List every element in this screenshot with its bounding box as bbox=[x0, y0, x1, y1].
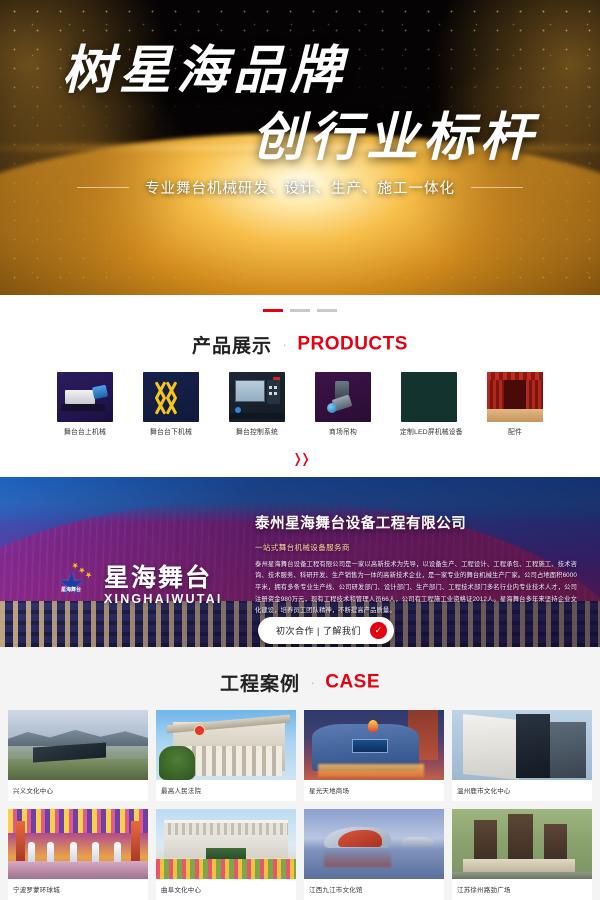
product-label: 舞台台下机械 bbox=[150, 429, 192, 436]
about-company-title: 泰州星海舞台设备工程有限公司 bbox=[255, 515, 467, 532]
about-text-block: 泰州星海舞台设备工程有限公司 一站式舞台机械设备服务商 泰州星海舞台设备工程有限… bbox=[255, 512, 577, 617]
case-caption: 星光天地商场 bbox=[309, 787, 350, 795]
case-card[interactable]: 宁波罗蒙环球城 bbox=[8, 808, 148, 900]
product-label: 舞台台上机械 bbox=[64, 429, 106, 436]
star-emblem-icon: ★ ★★★ 星海舞台 bbox=[58, 560, 95, 602]
company-logo: ★ ★★★ 星海舞台 星海舞台 XINGHAIWUTAI bbox=[58, 560, 223, 607]
hero-subtitle-rule-left bbox=[77, 187, 129, 188]
product-label: 商场吊构 bbox=[329, 429, 357, 436]
products-heading: 产品展示 · PRODUCTS bbox=[0, 325, 600, 372]
case-thumbnail bbox=[156, 709, 296, 780]
product-card-stage-lower-machinery[interactable]: 舞台台下机械 bbox=[142, 372, 200, 438]
accessories-thumb bbox=[487, 372, 543, 422]
cases-heading-cn: 工程案例 bbox=[219, 673, 300, 695]
product-label: 配件 bbox=[508, 429, 522, 436]
hero-title-line1: 树星海品牌 bbox=[62, 43, 348, 100]
product-card-stage-upper-machinery[interactable]: 舞台台上机械 bbox=[56, 372, 114, 438]
logo-badge-text: 星海舞台 bbox=[61, 587, 82, 594]
case-card[interactable]: 文化中心 温州鹿市文化中心 bbox=[452, 709, 592, 801]
case-thumbnail bbox=[156, 808, 296, 879]
case-thumbnail: 文化中心 bbox=[452, 709, 592, 780]
products-grid: 舞台台上机械 舞台台下机械 舞台控制系统 商场吊构 定制LED屏机械设备 配件 bbox=[0, 372, 600, 438]
case-card[interactable]: 最高人民法院 bbox=[156, 709, 296, 801]
about-slogan: 一站式舞台机械设备服务商 bbox=[255, 542, 350, 552]
case-thumbnail bbox=[452, 808, 592, 879]
product-card-custom-led-screen[interactable]: 定制LED屏机械设备 bbox=[400, 372, 463, 438]
hero-banner: 树星海品牌 创行业标杆 专业舞台机械研发、设计、生产、施工一体化 bbox=[0, 0, 600, 295]
case-caption: 最高人民法院 bbox=[161, 787, 202, 795]
about-description: 泰州星海舞台设备工程有限公司是一家以高新技术为先导，以设备生产、工程设计、工程承… bbox=[255, 560, 577, 615]
product-card-stage-control-system[interactable]: 舞台控制系统 bbox=[228, 372, 286, 438]
cases-section: 工程案例 · CASE 兴义文化中心 最高人民法院 星光天地商场 文化中心 温州… bbox=[0, 646, 600, 900]
hero-subtitle-row: 专业舞台机械研发、设计、生产、施工一体化 bbox=[0, 177, 600, 198]
products-heading-cn: 产品展示 bbox=[192, 336, 273, 357]
case-thumbnail bbox=[304, 709, 444, 780]
chevron-double-down-icon[interactable]: ❭❭ bbox=[0, 438, 600, 477]
product-label: 舞台控制系统 bbox=[236, 429, 278, 436]
case-caption: 温州鹿市文化中心 bbox=[457, 787, 511, 795]
case-caption: 兴义文化中心 bbox=[13, 787, 54, 795]
case-caption: 江西九江市文化馆 bbox=[309, 886, 363, 894]
mall-suspension-structure-thumb bbox=[315, 372, 371, 422]
carousel-dot-3[interactable] bbox=[317, 308, 337, 312]
cases-heading: 工程案例 · CASE bbox=[0, 663, 600, 710]
case-caption: 曲阜文化中心 bbox=[161, 886, 202, 894]
product-label: 定制LED屏机械设备 bbox=[400, 429, 463, 436]
case-card[interactable]: 兴义文化中心 bbox=[8, 709, 148, 801]
case-card[interactable]: 星光天地商场 bbox=[304, 709, 444, 801]
products-section: 产品展示 · PRODUCTS 舞台台上机械 舞台台下机械 舞台控制系统 商场吊… bbox=[0, 317, 600, 477]
carousel-dot-2[interactable] bbox=[290, 308, 310, 312]
logo-name-cn: 星海舞台 bbox=[104, 563, 213, 592]
about-company-banner: ★ ★★★ 星海舞台 星海舞台 XINGHAIWUTAI 泰州星海舞台设备工程有… bbox=[0, 476, 600, 647]
custom-led-screen-equipment-thumb bbox=[401, 372, 457, 422]
case-caption: 宁波罗蒙环球城 bbox=[13, 886, 60, 894]
case-thumbnail bbox=[8, 808, 148, 879]
company-logo-text: 星海舞台 XINGHAIWUTAI bbox=[104, 563, 223, 607]
hero-title-line2: 创行业标杆 bbox=[252, 110, 538, 167]
stage-control-system-thumb bbox=[229, 372, 285, 422]
cases-grid: 兴义文化中心 最高人民法院 星光天地商场 文化中心 温州鹿市文化中心 宁波罗蒙环… bbox=[0, 709, 600, 900]
stage-upper-machinery-thumb bbox=[57, 372, 113, 422]
products-heading-en: PRODUCTS bbox=[297, 333, 408, 355]
case-caption: 江苏徐州路劲广场 bbox=[457, 886, 511, 894]
case-thumbnail bbox=[8, 709, 148, 780]
cases-heading-en: CASE bbox=[325, 671, 381, 693]
check-circle-icon: ✓ bbox=[369, 621, 387, 639]
case-card[interactable]: 曲阜文化中心 bbox=[156, 808, 296, 900]
hero-subtitle-rule-right bbox=[471, 187, 523, 188]
products-heading-separator: · bbox=[282, 337, 287, 352]
hero-subtitle: 专业舞台机械研发、设计、生产、施工一体化 bbox=[145, 181, 455, 197]
cases-heading-separator: · bbox=[310, 674, 315, 690]
learn-about-us-label: 初次合作 | 了解我们 bbox=[276, 625, 361, 636]
carousel-indicators[interactable] bbox=[0, 295, 600, 317]
case-thumbnail bbox=[304, 808, 444, 879]
stage-lower-machinery-thumb bbox=[143, 372, 199, 422]
product-card-mall-suspension[interactable]: 商场吊构 bbox=[314, 372, 372, 438]
product-card-accessories[interactable]: 配件 bbox=[486, 372, 544, 438]
carousel-dot-1[interactable] bbox=[263, 308, 283, 312]
logo-name-en: XINGHAIWUTAI bbox=[104, 592, 223, 607]
case-card[interactable]: 江苏徐州路劲广场 bbox=[452, 808, 592, 900]
learn-about-us-button[interactable]: 初次合作 | 了解我们 ✓ bbox=[258, 616, 394, 644]
case-card[interactable]: 江西九江市文化馆 bbox=[304, 808, 444, 900]
